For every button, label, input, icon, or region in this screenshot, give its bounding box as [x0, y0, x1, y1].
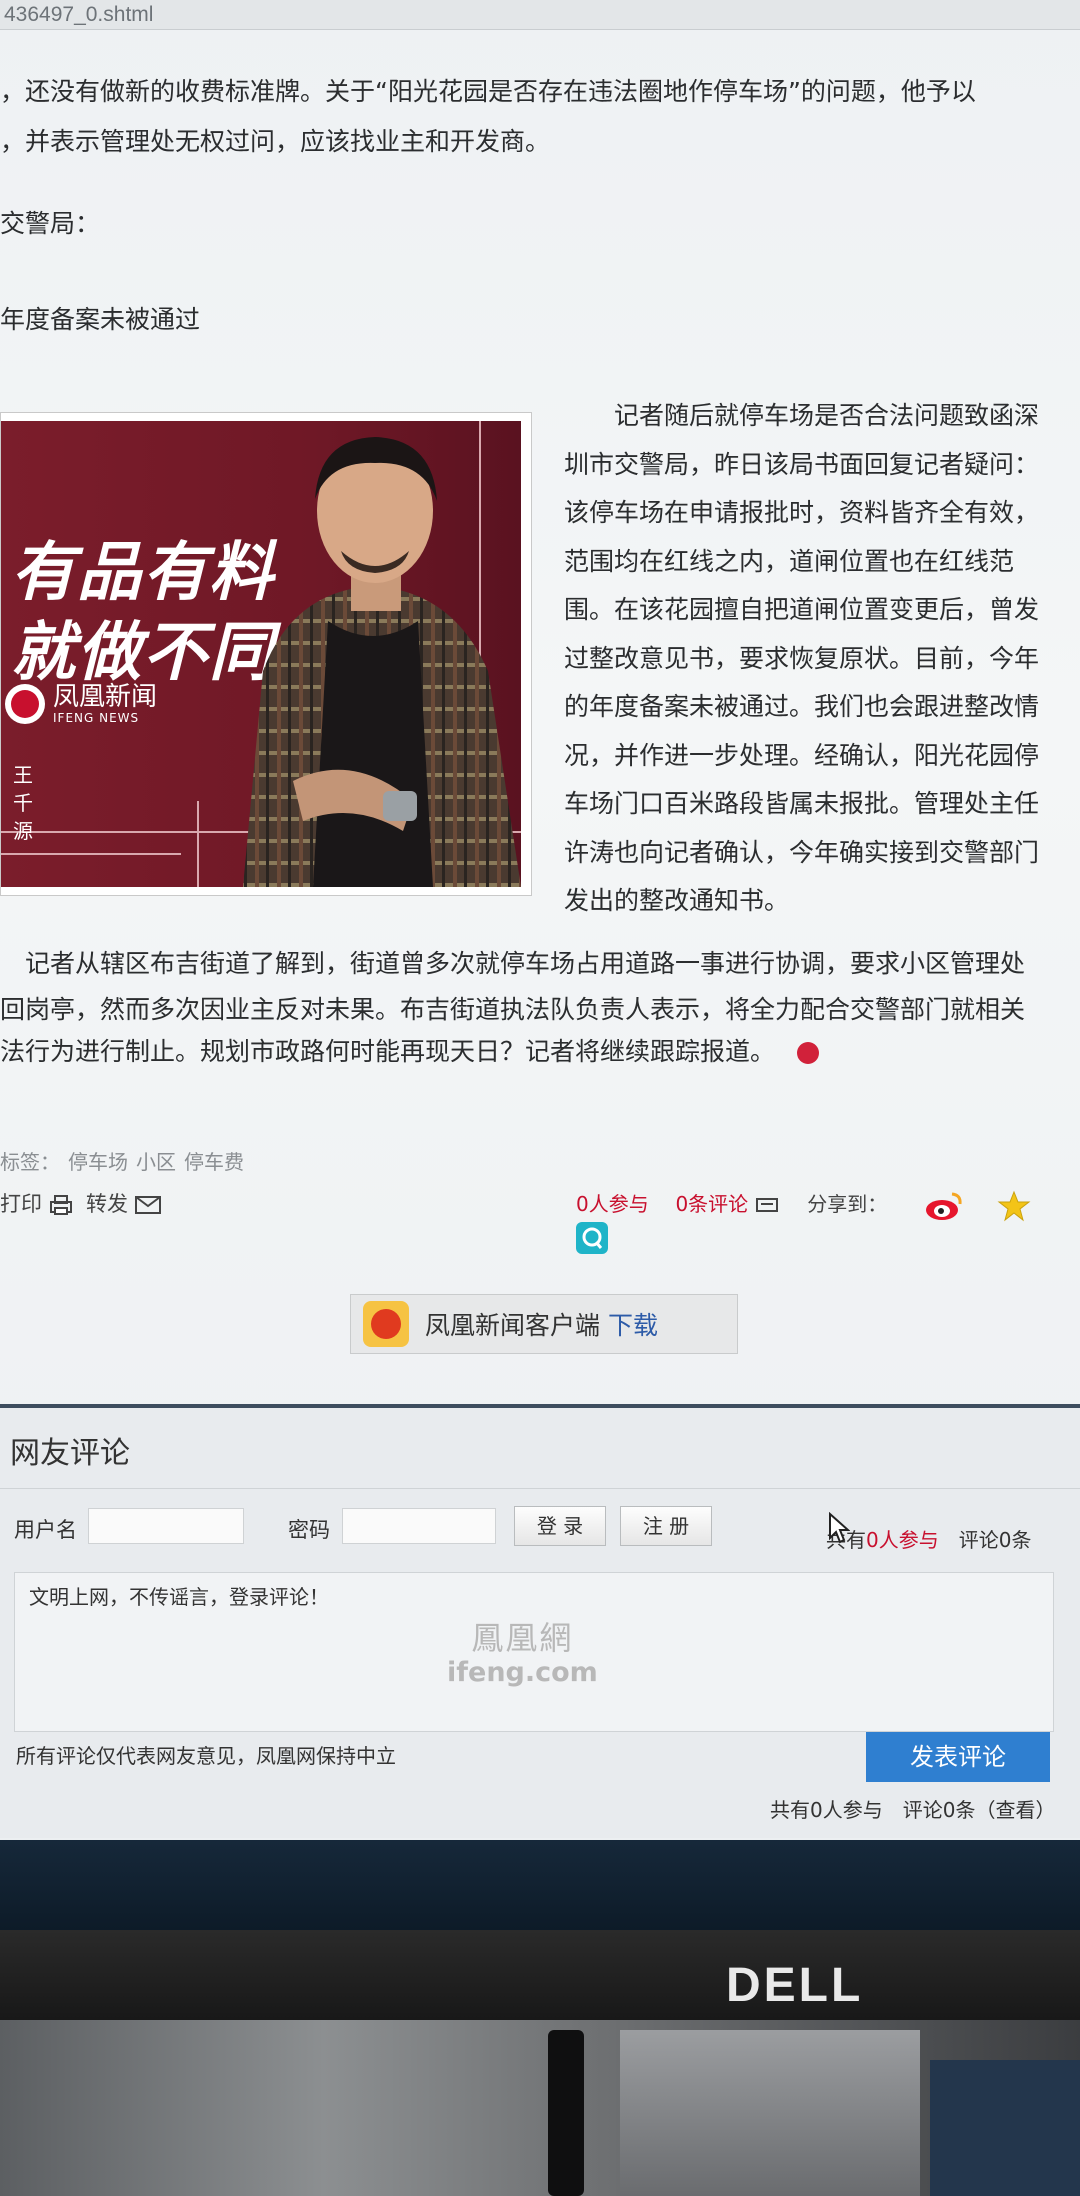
ifeng-end-icon — [797, 1042, 820, 1064]
article-subtitle: 年度备案未被通过 — [0, 305, 201, 334]
register-button[interactable]: 注 册 — [620, 1506, 712, 1546]
ifeng-news-logo: 凤凰新闻 IFENG NEWS — [5, 683, 157, 725]
article-paragraph-1-cont: ，并表示管理处无权过问，应该找业主和开发商。 — [0, 127, 551, 156]
comment-disclaimer: 所有评论仅代表网友意见，凤凰网保持中立 — [16, 1744, 396, 1768]
watermark-cn: 鳳凰網 — [471, 1619, 574, 1657]
forward-button[interactable]: 转发 — [86, 1188, 161, 1218]
password-input[interactable] — [342, 1508, 496, 1544]
article-paragraph-2: 记者随后就停车场是否合法问题致函深 圳市交警局，昨日该局书面回复记者疑问： 该停… — [564, 392, 1080, 926]
tags-label: 标签： — [0, 1150, 60, 1174]
download-link[interactable]: 下载 — [608, 1311, 658, 1340]
ad-celebrity-name: 王千源 — [13, 763, 33, 843]
ad-image[interactable]: 有品有料 就做不同 凤凰新闻 IFENG NEWS 王千源 — [1, 421, 521, 887]
username-label: 用户名 — [14, 1518, 77, 1542]
box — [930, 2060, 1080, 2196]
watermark-en: ifeng.com — [447, 1657, 598, 1688]
login-button[interactable]: 登 录 — [514, 1506, 606, 1546]
participants-count[interactable]: 0人参与 — [576, 1192, 649, 1216]
article-subheading: 交警局： — [0, 209, 101, 238]
comment-icon[interactable] — [755, 1196, 779, 1216]
article-paragraph-3-cont: 回岗亭，然而多次因业主反对未果。布吉街道执法队负责人表示，将全力配合交警部门就相… — [0, 995, 1026, 1024]
logo-text-cn: 凤凰新闻 — [53, 682, 158, 712]
ad-decor-line — [1, 853, 181, 855]
article-stats: 0人参与 0条评论 分享到： — [576, 1188, 1080, 1254]
article-line: 的年度备案未被通过。我们也会跟进整改情 — [564, 692, 1040, 721]
article-line: 过整改意见书，要求恢复原状。目前，今年 — [564, 643, 1040, 673]
comment-placeholder: 文明上网，不传谣言，登录评论！ — [29, 1585, 329, 1609]
comments-title: 网友评论 — [10, 1436, 130, 1471]
submit-comment-button[interactable]: 发表评论 — [866, 1732, 1050, 1782]
ad-banner[interactable]: 有品有料 就做不同 凤凰新闻 IFENG NEWS 王千源 — [0, 412, 532, 896]
monitor-bezel — [0, 1930, 1080, 2020]
comments-divider — [0, 1488, 1080, 1489]
print-button[interactable]: 打印 — [0, 1188, 73, 1218]
article-tags: 标签： 停车场 小区 停车费 — [0, 1146, 252, 1175]
article-paragraph-3: 记者从辖区布吉街道了解到，街道曾多次就停车场占用道路一事进行协调，要求小区管理处 — [0, 949, 1026, 978]
article-line: 该停车场在申请报批时，资料皆齐全有效， — [564, 498, 1040, 527]
stats-participants[interactable]: 0人参与 — [866, 1528, 939, 1552]
address-bar[interactable]: 436497_0.shtml — [0, 0, 1080, 30]
phoenix-icon — [5, 684, 45, 724]
monitor-screen: 436497_0.shtml ，还没有做新的收费标准牌。关于“阳光花园是否存在违… — [0, 0, 1080, 1840]
stats-comments[interactable]: 评论0条 — [959, 1528, 1032, 1552]
article-line: 况，并作进一步处理。经确认，阳光花园停 — [564, 740, 1040, 770]
monitor-stand — [620, 2030, 920, 2196]
monitor-frame — [0, 1840, 1080, 1930]
star-icon[interactable] — [997, 1190, 1031, 1222]
mouse-cursor-icon — [829, 1512, 850, 1544]
article-line: 许涛也向记者确认，今年确实接到交警部门 — [564, 837, 1040, 867]
comment-stats-top: 共有0人参与 评论0条 — [826, 1524, 1031, 1553]
article-paragraph-3-end: 法行为进行制止。规划市政路何时能再现天日？记者将继续跟踪报道。 — [0, 1032, 820, 1068]
logo-text-en: IFENG NEWS — [53, 711, 140, 725]
print-label: 打印 — [0, 1192, 42, 1216]
share-label: 分享到： — [807, 1192, 888, 1216]
article-paragraph-1: ，还没有做新的收费标准牌。关于“阳光花园是否存在违法圈地作停车场”的问题，他予以 — [0, 77, 976, 106]
mail-icon — [134, 1196, 161, 1214]
article-line: 车场门口百米路段皆属未报批。管理处主任 — [564, 789, 1040, 818]
url-text: 436497_0.shtml — [4, 3, 154, 26]
username-input[interactable] — [88, 1508, 244, 1544]
article-line: 法行为进行制止。规划市政路何时能再现天日？记者将继续跟踪报道。 — [0, 1037, 776, 1066]
ifeng-app-icon — [363, 1301, 409, 1347]
password-label: 密码 — [288, 1518, 330, 1542]
ad-decor-line — [197, 801, 199, 887]
article-line: 发出的整改通知书。 — [564, 886, 790, 915]
comments-section: 网友评论 用户名 密码 登 录 注 册 共有0人参与 评论0条 文明上网，不传谣… — [0, 1408, 1080, 1838]
article-line: 记者随后就停车场是否合法问题致函深 — [564, 401, 1040, 430]
printer-icon — [49, 1195, 72, 1215]
ad-person-photo — [243, 437, 521, 887]
article-line: 范围均在红线之内，道闸位置也在红线范 — [564, 546, 1015, 576]
comment-count[interactable]: 0条评论 — [675, 1192, 748, 1216]
ifeng-watermark: 鳳凰網 ifeng.com — [447, 1613, 598, 1687]
cable — [548, 2030, 584, 2196]
tag-link[interactable]: 小区 — [136, 1150, 176, 1174]
comment-stats-bottom[interactable]: 共有0人参与 评论0条（查看） — [770, 1794, 1055, 1823]
forward-label: 转发 — [86, 1192, 128, 1216]
tag-link[interactable]: 停车费 — [184, 1150, 244, 1174]
article-line: 圳市交警局，昨日该局书面回复记者疑问： — [564, 449, 1040, 479]
weibo-icon[interactable] — [924, 1190, 964, 1222]
app-name: 凤凰新闻客户端 — [425, 1311, 601, 1340]
comment-textarea[interactable]: 文明上网，不传谣言，登录评论！ 鳳凰網 ifeng.com — [14, 1572, 1054, 1732]
qzone-icon[interactable] — [576, 1221, 608, 1254]
app-download-button[interactable]: 凤凰新闻客户端 下载 — [350, 1294, 738, 1354]
article-line: 围。在该花园擅自把道闸位置变更后，曾发 — [564, 595, 1040, 624]
tag-link[interactable]: 停车场 — [68, 1150, 128, 1174]
monitor-brand-logo: DELL — [726, 1959, 864, 2012]
